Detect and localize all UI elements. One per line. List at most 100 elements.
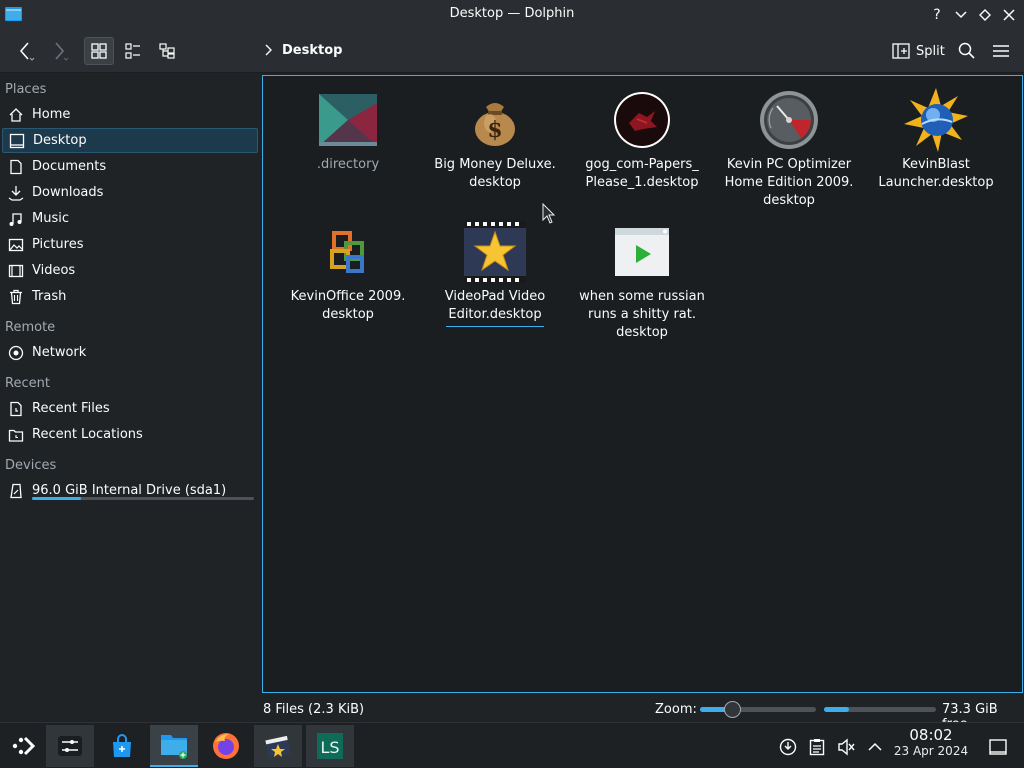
icons-view-button[interactable] bbox=[84, 37, 114, 65]
file-item[interactable]: KevinBlast Launcher.desktop bbox=[871, 88, 1001, 192]
details-view-button[interactable] bbox=[152, 37, 182, 65]
sidebar-item-recent-locations[interactable]: Recent Locations bbox=[2, 422, 258, 447]
zoom-slider-handle[interactable] bbox=[724, 701, 742, 718]
file-name: KevinOffice 2009. desktop bbox=[290, 289, 406, 322]
music-icon bbox=[7, 210, 25, 228]
pictures-icon bbox=[7, 236, 25, 254]
minimize-button[interactable] bbox=[951, 5, 971, 25]
clock[interactable]: 08:02 23 Apr 2024 bbox=[890, 726, 972, 759]
drive-icon bbox=[7, 482, 25, 500]
sidebar-item-music[interactable]: Music bbox=[2, 206, 258, 231]
office-icon bbox=[316, 222, 380, 282]
svg-text:$: $ bbox=[487, 117, 502, 143]
diamond-icon bbox=[979, 9, 991, 21]
drive-usage-fill bbox=[32, 497, 81, 500]
clock-time: 08:02 bbox=[909, 726, 953, 744]
split-button[interactable]: Split bbox=[888, 37, 949, 65]
ls-app-icon: LS bbox=[317, 733, 343, 759]
trash-icon bbox=[7, 288, 25, 306]
sidebar-item-label: Music bbox=[32, 211, 69, 226]
svg-text:LS: LS bbox=[320, 738, 339, 757]
breadcrumb-desktop[interactable]: Desktop bbox=[282, 43, 342, 58]
store-bag-icon bbox=[113, 734, 131, 757]
mouse-cursor-icon bbox=[542, 202, 556, 229]
videos-icon bbox=[7, 262, 25, 280]
task-videopad[interactable] bbox=[254, 725, 302, 767]
sidebar-item-home[interactable]: Home bbox=[2, 102, 258, 127]
file-name: Kevin PC Optimizer Home Edition 2009. de… bbox=[724, 157, 854, 208]
money-bag-icon: $ bbox=[463, 90, 527, 150]
sidebar-item-label: Documents bbox=[32, 159, 107, 174]
film-clapper-icon bbox=[265, 735, 291, 759]
devices-section-title: Devices bbox=[5, 458, 57, 473]
chevron-right-icon bbox=[264, 44, 272, 60]
file-item[interactable]: KevinOffice 2009. desktop bbox=[283, 222, 413, 324]
recent-section-title: Recent bbox=[5, 376, 50, 391]
compact-view-button[interactable] bbox=[118, 37, 148, 65]
search-button[interactable] bbox=[952, 37, 982, 65]
chevron-up-icon[interactable] bbox=[865, 737, 885, 757]
sidebar-item-label: Home bbox=[32, 107, 71, 122]
file-item[interactable]: when some russian runs a shitty rat. des… bbox=[577, 222, 707, 342]
sidebar-item-documents[interactable]: Documents bbox=[2, 154, 258, 179]
sidebar-item-label: Pictures bbox=[32, 237, 84, 252]
task-discover[interactable] bbox=[98, 725, 146, 767]
remote-section-title: Remote bbox=[5, 320, 56, 335]
back-button[interactable] bbox=[10, 37, 40, 65]
file-view[interactable]: .directory $ Big Money Deluxe. desktop g… bbox=[262, 75, 1023, 693]
free-space-fill bbox=[824, 707, 849, 712]
task-system-settings[interactable] bbox=[46, 725, 94, 767]
file-item[interactable]: Kevin PC Optimizer Home Edition 2009. de… bbox=[724, 90, 854, 210]
free-space-bar bbox=[824, 707, 936, 712]
hamburger-menu-button[interactable] bbox=[986, 37, 1016, 65]
search-icon bbox=[958, 42, 975, 59]
clipboard-icon[interactable] bbox=[807, 737, 827, 757]
sidebar-item-downloads[interactable]: Downloads bbox=[2, 180, 258, 205]
desktop-icon bbox=[8, 132, 26, 150]
sliders-icon bbox=[58, 736, 82, 756]
help-button[interactable]: ? bbox=[927, 5, 947, 25]
file-name: KevinBlast Launcher.desktop bbox=[878, 157, 994, 190]
documents-icon bbox=[7, 158, 25, 176]
hover-underline bbox=[446, 326, 544, 327]
sidebar-item-videos[interactable]: Videos bbox=[2, 258, 258, 283]
file-item[interactable]: VideoPad Video Editor.desktop bbox=[430, 221, 560, 327]
file-name: .directory bbox=[316, 157, 380, 172]
status-bar: 8 Files (2.3 KiB) Zoom: 73.3 GiB free bbox=[0, 696, 1024, 732]
volume-muted-icon[interactable] bbox=[836, 737, 856, 757]
file-name: Big Money Deluxe. desktop bbox=[434, 157, 556, 190]
show-desktop-icon[interactable] bbox=[988, 737, 1008, 757]
forward-arrow-icon bbox=[55, 42, 69, 61]
sidebar-item-label: Trash bbox=[32, 289, 67, 304]
file-item[interactable]: gog_com-Papers_ Please_1.desktop bbox=[577, 90, 707, 192]
sidebar-item-label: Network bbox=[32, 345, 87, 360]
sidebar-item-label: Desktop bbox=[33, 133, 87, 148]
sidebar-item-trash[interactable]: Trash bbox=[2, 284, 258, 309]
drive-usage-bar bbox=[32, 497, 254, 500]
file-item[interactable]: .directory bbox=[283, 90, 413, 174]
sidebar-item-label: Downloads bbox=[32, 185, 104, 200]
sidebar-item-recent-files[interactable]: Recent Files bbox=[2, 396, 258, 421]
videopad-star-icon bbox=[463, 221, 527, 283]
sidebar-item-desktop[interactable]: Desktop bbox=[2, 128, 258, 153]
firefox-icon bbox=[213, 733, 239, 759]
zoom-slider[interactable] bbox=[700, 701, 816, 718]
close-button[interactable] bbox=[999, 5, 1019, 25]
zoom-label: Zoom: bbox=[655, 702, 697, 717]
forward-button[interactable] bbox=[44, 37, 74, 65]
file-name: gog_com-Papers_ Please_1.desktop bbox=[585, 157, 699, 190]
application-launcher-button[interactable] bbox=[0, 725, 48, 767]
maximize-button[interactable] bbox=[975, 5, 995, 25]
kde-directory-icon bbox=[316, 90, 380, 150]
sidebar-item-pictures[interactable]: Pictures bbox=[2, 232, 258, 257]
back-arrow-icon bbox=[19, 42, 35, 61]
kevinblast-globe-icon bbox=[904, 88, 968, 152]
task-firefox[interactable] bbox=[202, 725, 250, 767]
task-ls-app[interactable]: LS bbox=[306, 725, 354, 767]
compact-view-icon bbox=[125, 43, 140, 59]
file-item[interactable]: $ Big Money Deluxe. desktop bbox=[430, 90, 560, 192]
update-notifier-icon[interactable] bbox=[778, 737, 798, 757]
sidebar-item-network[interactable]: Network bbox=[2, 340, 258, 365]
network-icon bbox=[7, 344, 25, 362]
task-dolphin[interactable] bbox=[150, 725, 198, 767]
